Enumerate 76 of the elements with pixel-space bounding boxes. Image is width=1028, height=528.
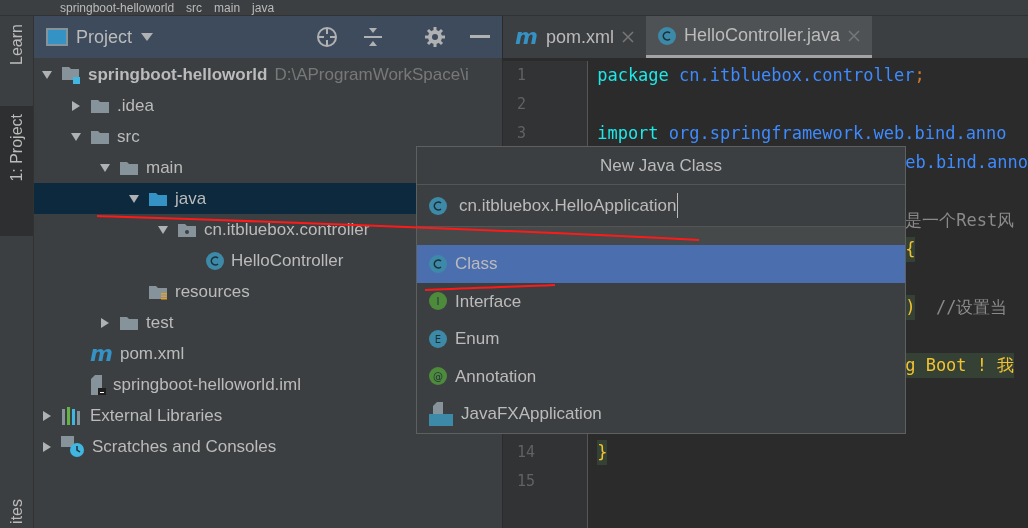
- code-token: org.springframework.web.bind.anno: [668, 121, 1007, 145]
- tree-row[interactable]: springboot-helloworld D:\AProgramWorkSpace\i: [34, 59, 502, 90]
- expanded-caret-icon[interactable]: [157, 223, 169, 236]
- tree-label: pom.xml: [119, 342, 185, 365]
- tool-window-tab[interactable]: Learn: [0, 16, 33, 106]
- tool-window-tab[interactable]: ites: [4, 499, 29, 524]
- code-token: }: [597, 439, 608, 466]
- code-token: //设置当: [934, 295, 1008, 319]
- dialog-title: New Java Class: [417, 147, 905, 185]
- code-token: package: [597, 63, 670, 87]
- code-token: ;: [914, 63, 925, 87]
- code-token: import: [597, 121, 660, 145]
- package-folder-icon: [177, 221, 197, 238]
- tree-label: resources: [175, 280, 250, 303]
- code-token: cn.itbluebox.controller: [679, 63, 915, 87]
- editor-tab[interactable]: HelloController.java: [645, 16, 873, 58]
- class-icon: [429, 254, 447, 273]
- scratch-clock-icon: [61, 435, 85, 458]
- tree-label: springboot-helloworld: [88, 63, 268, 86]
- folder-icon: [90, 128, 110, 145]
- breadcrumb-item[interactable]: src: [186, 1, 203, 14]
- tree-label: Scratches and Consoles: [92, 435, 277, 458]
- panel-title[interactable]: Project: [76, 23, 133, 51]
- expanded-caret-icon[interactable]: [70, 130, 82, 143]
- breadcrumb-item[interactable]: main: [214, 1, 241, 14]
- expanded-caret-icon[interactable]: [41, 68, 53, 81]
- tree-label: test: [146, 311, 174, 334]
- library-icon: [61, 406, 83, 425]
- minimize-icon[interactable]: [470, 35, 490, 39]
- kind-option[interactable]: E Enum: [417, 320, 905, 358]
- enum-icon: E: [429, 329, 447, 348]
- tree-label: springboot-helloworld.iml: [113, 373, 302, 396]
- tree-label: main: [146, 156, 183, 179]
- code-token: eb.bind.anno: [905, 150, 1028, 174]
- collapsed-caret-icon[interactable]: [99, 316, 111, 329]
- folder-icon: [148, 190, 168, 207]
- annotation-icon: @: [429, 367, 447, 386]
- javafx-file-icon: [429, 401, 453, 426]
- tree-row[interactable]: Scratches and Consoles: [34, 431, 502, 462]
- resources-folder-icon: [148, 283, 168, 300]
- collapsed-caret-icon[interactable]: [41, 409, 53, 422]
- code-token: g Boot ! 我: [905, 352, 1015, 379]
- collapse-all-icon[interactable]: [362, 26, 384, 48]
- dropdown-caret-icon[interactable]: [140, 32, 155, 42]
- tool-window-tab[interactable]: 1: Project: [0, 106, 33, 236]
- tree-label: External Libraries: [90, 404, 223, 427]
- tree-label: java: [175, 187, 207, 210]
- maven-icon: m: [515, 26, 538, 48]
- breadcrumb-item[interactable]: java: [252, 1, 275, 14]
- folder-icon: [119, 314, 139, 331]
- window-icon: [46, 28, 68, 46]
- file-icon: [90, 374, 106, 395]
- tree-label: HelloController: [231, 249, 344, 272]
- project-path: D:\AProgramWorkSpace\i: [274, 63, 469, 86]
- tree-label: cn.itbluebox.controller: [204, 218, 370, 241]
- folder-icon: [119, 159, 139, 176]
- module-icon: [61, 65, 81, 84]
- tree-label: src: [117, 125, 140, 148]
- class-icon: [206, 251, 224, 270]
- expanded-caret-icon[interactable]: [99, 161, 111, 174]
- editor-tab[interactable]: m pom.xml: [503, 16, 646, 58]
- settings-icon[interactable]: [424, 26, 446, 48]
- kind-option[interactable]: JavaFXApplication: [417, 395, 905, 433]
- folder-icon: [90, 97, 110, 114]
- tree-row[interactable]: .idea: [34, 90, 502, 121]
- class-icon: [429, 196, 447, 215]
- code-token: 是一个Rest风: [905, 208, 1015, 232]
- class-icon: [657, 26, 676, 45]
- collapsed-caret-icon[interactable]: [41, 440, 53, 453]
- maven-icon: m: [90, 342, 113, 365]
- collapsed-caret-icon[interactable]: [70, 99, 82, 112]
- kind-option[interactable]: @ Annotation: [417, 357, 905, 395]
- breadcrumb-item[interactable]: springboot-helloworld: [60, 1, 175, 14]
- crosshair-icon[interactable]: [316, 26, 338, 48]
- tree-label: .idea: [117, 94, 154, 117]
- expanded-caret-icon[interactable]: [128, 192, 140, 205]
